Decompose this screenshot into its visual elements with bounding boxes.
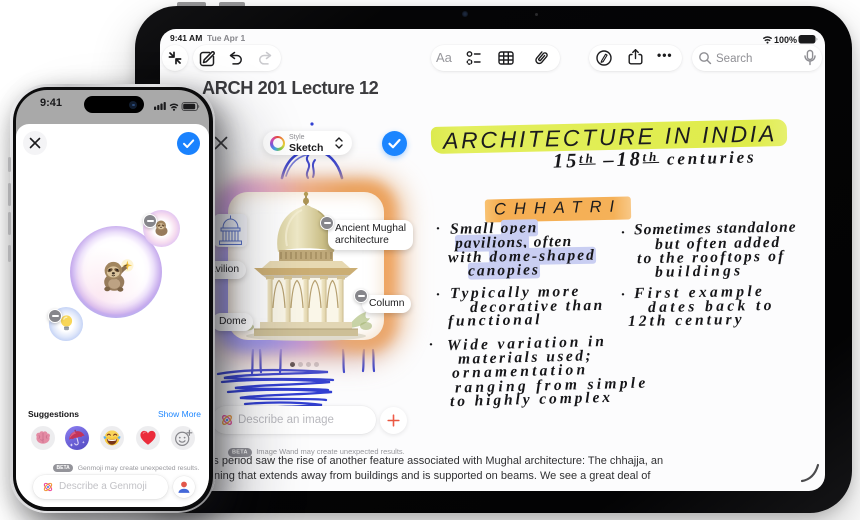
svg-text:100%: 100% bbox=[774, 35, 797, 45]
svg-text:Search: Search bbox=[716, 53, 752, 65]
